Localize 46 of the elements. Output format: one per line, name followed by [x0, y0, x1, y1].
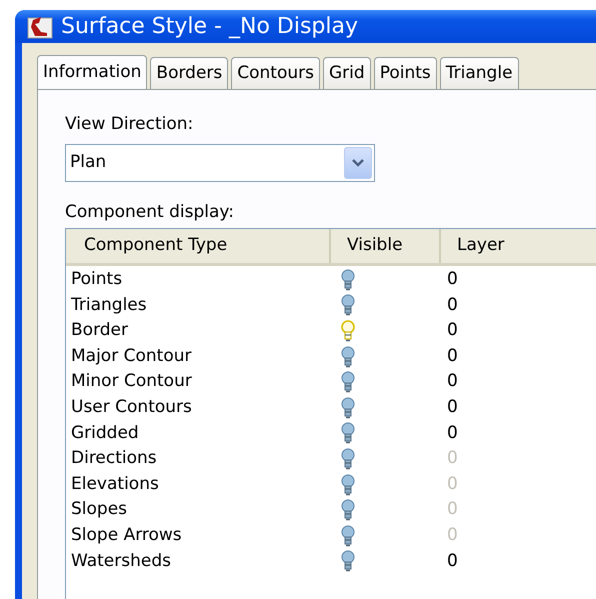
column-header[interactable]: Visible: [331, 229, 441, 263]
table-cell-text: 0: [446, 396, 458, 420]
column-header[interactable]: Layer: [441, 229, 591, 263]
table-cell-text: Elevations: [70, 472, 160, 496]
column-header[interactable]: Component Type: [66, 229, 331, 263]
lit-bulb-icon[interactable]: [341, 320, 355, 342]
view-direction-dropdown[interactable]: Plan: [65, 144, 375, 182]
table-cell-text: 0: [446, 370, 458, 394]
table-cell-text: 0: [446, 268, 458, 292]
table-cell-text: Watersheds: [70, 550, 172, 573]
table-cell-text: Major Contour: [70, 344, 192, 368]
bulb-icon[interactable]: [341, 294, 355, 316]
table-cell-text: 0: [446, 294, 458, 317]
table-cell-text: Slope Arrows: [70, 524, 183, 547]
table-cell-text: Directions: [70, 447, 158, 470]
tab[interactable]: Information: [37, 55, 148, 89]
table-cell-text: Minor Contour: [70, 370, 193, 394]
table-cell-text: 0: [446, 498, 458, 522]
table-cell-text: 0: [446, 422, 458, 445]
tab[interactable]: Contours: [231, 57, 320, 89]
table-cell-text: User Contours: [70, 396, 193, 420]
bulb-icon[interactable]: [341, 371, 355, 394]
bulb-icon[interactable]: [341, 268, 355, 291]
window-title: Surface Style - _No Display: [61, 13, 358, 41]
bulb-icon[interactable]: [341, 346, 355, 368]
table-cell-text: Points: [70, 268, 124, 292]
bulb-icon[interactable]: [341, 550, 355, 572]
table-cell-text: 0: [446, 344, 458, 368]
table-cell-text: 0: [446, 524, 458, 547]
tab[interactable]: Borders: [150, 57, 228, 89]
tab[interactable]: Grid: [323, 57, 371, 89]
app-icon: [27, 14, 53, 38]
table-cell-text: 0: [446, 472, 458, 496]
view-direction-label: View Direction:: [65, 113, 194, 136]
table-cell-text: 0: [446, 319, 458, 342]
table-cell-text: Triangles: [70, 294, 148, 317]
bulb-icon[interactable]: [341, 396, 355, 419]
table-cell-text: 0: [446, 447, 458, 470]
component-display-label: Component display:: [65, 200, 235, 224]
bulb-icon[interactable]: [341, 422, 355, 444]
tab[interactable]: Triangle: [440, 57, 519, 89]
table-cell-text: 0: [446, 550, 458, 573]
table-cell-text: Slopes: [70, 498, 128, 522]
tab[interactable]: Points: [374, 57, 437, 89]
table-cell-text: Border: [70, 319, 129, 342]
table-cell-text: Gridded: [70, 422, 140, 445]
